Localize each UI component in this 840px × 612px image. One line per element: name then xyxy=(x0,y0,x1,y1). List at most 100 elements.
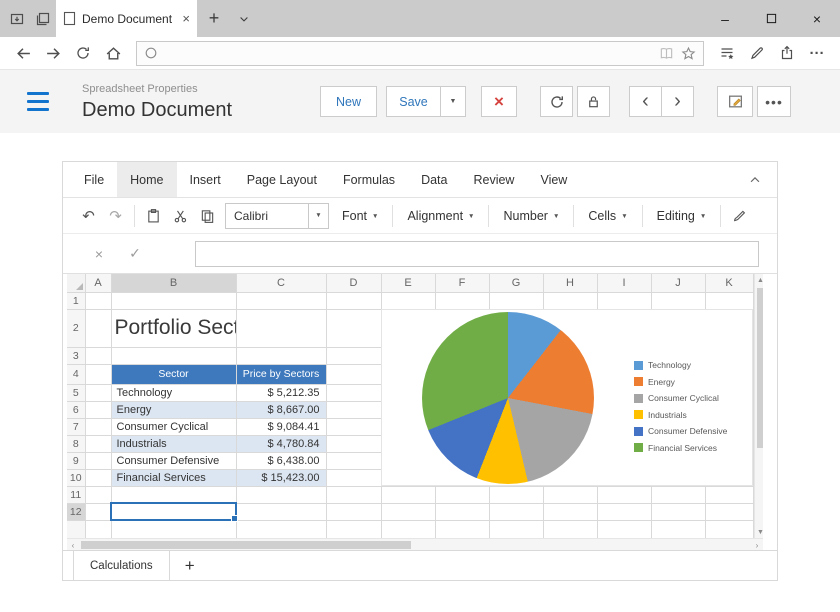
ribbon-tab-formulas[interactable]: Formulas xyxy=(330,162,408,197)
redo-icon[interactable]: ↷ xyxy=(102,202,129,229)
cell-D9[interactable] xyxy=(326,452,381,469)
tabs-set-aside-icon[interactable] xyxy=(4,0,30,37)
scroll-up-icon[interactable]: ▲ xyxy=(755,274,764,286)
cell-B1[interactable] xyxy=(111,292,236,309)
cell-B8[interactable]: Industrials xyxy=(111,435,236,452)
cell-D7[interactable] xyxy=(326,418,381,435)
cell-G1[interactable] xyxy=(489,292,543,309)
cell-A13[interactable] xyxy=(85,520,111,538)
cell-C8[interactable]: $ 4,780.84 xyxy=(236,435,326,452)
save-dropdown-arrow[interactable]: ▼ xyxy=(440,86,466,117)
save-button[interactable]: Save xyxy=(386,86,441,117)
favorite-star-icon[interactable] xyxy=(681,46,696,61)
cell-G13[interactable] xyxy=(489,520,543,538)
select-all-corner[interactable] xyxy=(67,274,85,292)
site-info-icon[interactable] xyxy=(144,46,158,60)
cell-C10[interactable]: $ 15,423.00 xyxy=(236,469,326,486)
cell-D1[interactable] xyxy=(326,292,381,309)
confirm-entry-icon[interactable]: ✓ xyxy=(123,242,147,266)
cell-D4[interactable] xyxy=(326,364,381,384)
row-header-11[interactable]: 11 xyxy=(67,486,85,503)
col-header-F[interactable]: F xyxy=(435,274,489,292)
row-header-4[interactable]: 4 xyxy=(67,364,85,384)
ribbon-tab-insert[interactable]: Insert xyxy=(177,162,234,197)
cut-icon[interactable] xyxy=(167,202,194,229)
ribbon-tab-home[interactable]: Home xyxy=(117,162,176,197)
alignment-dropdown[interactable]: Alignment▼ xyxy=(398,202,483,230)
cell-A4[interactable] xyxy=(85,364,111,384)
cell-D12[interactable] xyxy=(326,503,381,520)
cell-C13[interactable] xyxy=(236,520,326,538)
minimize-button[interactable]: – xyxy=(702,0,748,37)
ribbon-tab-data[interactable]: Data xyxy=(408,162,460,197)
cell-D2[interactable] xyxy=(326,309,381,347)
cell-B10[interactable]: Financial Services xyxy=(111,469,236,486)
row-header-1[interactable]: 1 xyxy=(67,292,85,309)
row-header-2[interactable]: 2 xyxy=(67,309,85,347)
cell-J11[interactable] xyxy=(651,486,705,503)
scroll-right-icon[interactable]: › xyxy=(751,539,763,551)
cell-C12[interactable] xyxy=(236,503,326,520)
ribbon-tab-page-layout[interactable]: Page Layout xyxy=(234,162,330,197)
cell-A2[interactable] xyxy=(85,309,111,347)
cell-K12[interactable] xyxy=(705,503,753,520)
unlock-button[interactable] xyxy=(577,86,610,117)
next-button[interactable]: › xyxy=(661,86,694,117)
row-header-10[interactable]: 10 xyxy=(67,469,85,486)
cell-I11[interactable] xyxy=(597,486,651,503)
number-dropdown[interactable]: Number▼ xyxy=(494,202,568,230)
cell-D10[interactable] xyxy=(326,469,381,486)
cell-H12[interactable] xyxy=(543,503,597,520)
hub-favorites-icon[interactable] xyxy=(712,39,742,67)
cell-J12[interactable] xyxy=(651,503,705,520)
cell-D11[interactable] xyxy=(326,486,381,503)
cell-D13[interactable] xyxy=(326,520,381,538)
row-header-5[interactable]: 5 xyxy=(67,384,85,401)
cell-I13[interactable] xyxy=(597,520,651,538)
editing-dropdown[interactable]: Editing▼ xyxy=(648,202,716,230)
cell-C4[interactable]: Price by Sectors xyxy=(236,364,326,384)
undo-icon[interactable]: ↶ xyxy=(75,202,102,229)
cell-A6[interactable] xyxy=(85,401,111,418)
cell-B9[interactable]: Consumer Defensive xyxy=(111,452,236,469)
col-header-H[interactable]: H xyxy=(543,274,597,292)
document-properties-button[interactable] xyxy=(717,86,753,117)
pie-chart-container[interactable]: Technology Energy Consumer Cyclical Indu… xyxy=(381,309,753,486)
col-header-J[interactable]: J xyxy=(651,274,705,292)
cell-D5[interactable] xyxy=(326,384,381,401)
address-input[interactable] xyxy=(165,46,652,60)
cells-dropdown[interactable]: Cells▼ xyxy=(579,202,636,230)
cell-B7[interactable]: Consumer Cyclical xyxy=(111,418,236,435)
web-note-pen-icon[interactable] xyxy=(742,39,772,67)
cell-J1[interactable] xyxy=(651,292,705,309)
col-header-B[interactable]: B xyxy=(111,274,236,292)
col-header-G[interactable]: G xyxy=(489,274,543,292)
cell-I1[interactable] xyxy=(597,292,651,309)
cell-K13[interactable] xyxy=(705,520,753,538)
reading-view-icon[interactable] xyxy=(659,46,674,61)
cell-G11[interactable] xyxy=(489,486,543,503)
col-header-C[interactable]: C xyxy=(236,274,326,292)
cell-E13[interactable] xyxy=(381,520,435,538)
vertical-scrollbar[interactable]: ▲ ▼ xyxy=(754,274,764,538)
close-button[interactable]: × xyxy=(794,0,840,37)
row-header-7[interactable]: 7 xyxy=(67,418,85,435)
row-header-9[interactable]: 9 xyxy=(67,452,85,469)
horizontal-scroll-thumb[interactable] xyxy=(81,541,411,549)
cell-C1[interactable] xyxy=(236,292,326,309)
cell-A3[interactable] xyxy=(85,347,111,364)
back-icon[interactable] xyxy=(8,39,38,67)
cell-A12[interactable] xyxy=(85,503,111,520)
copy-icon[interactable] xyxy=(194,202,221,229)
cell-C6[interactable]: $ 8,667.00 xyxy=(236,401,326,418)
more-menu-icon[interactable]: ··· xyxy=(802,39,832,67)
paste-icon[interactable] xyxy=(140,202,167,229)
cell-A11[interactable] xyxy=(85,486,111,503)
cell-H1[interactable] xyxy=(543,292,597,309)
cell-B3[interactable] xyxy=(111,347,236,364)
vertical-scroll-thumb[interactable] xyxy=(757,288,764,448)
cell-D8[interactable] xyxy=(326,435,381,452)
scroll-left-icon[interactable]: ‹ xyxy=(67,539,79,551)
formula-input[interactable] xyxy=(195,241,759,267)
cell-A5[interactable] xyxy=(85,384,111,401)
